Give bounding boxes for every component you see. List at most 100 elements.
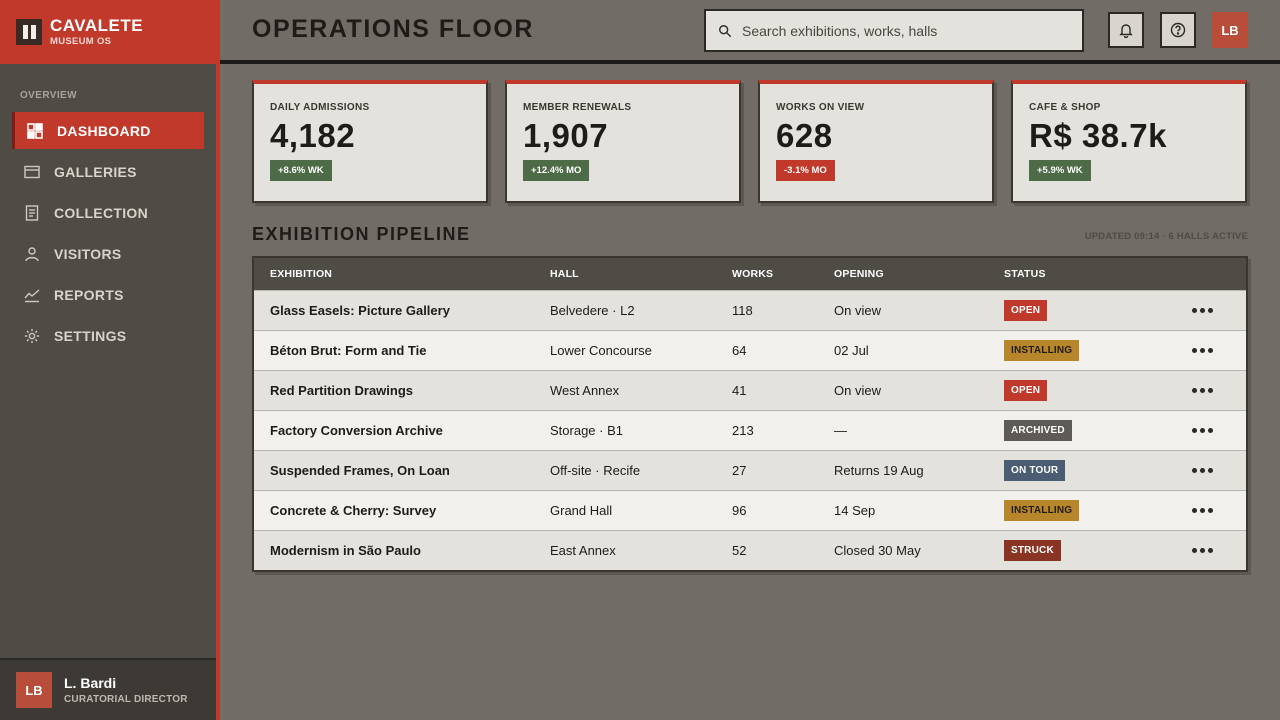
more-options-icon[interactable]	[1191, 508, 1213, 513]
top-header: OPERATIONS FLOOR LB	[220, 0, 1280, 64]
nav-section-label: OVERVIEW	[20, 90, 77, 101]
kpi-label: MEMBER RENEWALS	[523, 102, 632, 113]
table-row[interactable]: Béton Brut: Form and Tie Lower Concourse…	[254, 330, 1246, 370]
cell-exhibition: Red Partition Drawings	[270, 383, 414, 398]
table-row[interactable]: Concrete & Cherry: Survey Grand Hall 96 …	[254, 490, 1246, 530]
cell-opening: On view	[834, 383, 881, 398]
more-options-icon[interactable]	[1191, 348, 1213, 353]
sidebar-item-label: COLLECTION	[54, 204, 148, 221]
sidebar-item-galleries[interactable]: GALLERIES	[12, 153, 204, 190]
status-badge: INSTALLING	[1004, 340, 1080, 361]
status-badge: ON TOUR	[1004, 460, 1066, 481]
cell-hall: East Annex	[550, 543, 616, 558]
cell-opening: Returns 19 Aug	[834, 463, 924, 478]
cell-works: 213	[732, 423, 754, 438]
sidebar-item-label: VISITORS	[54, 245, 122, 262]
table-body: Glass Easels: Picture Gallery Belvedere …	[254, 290, 1246, 570]
status-badge: OPEN	[1004, 380, 1048, 401]
cell-works: 64	[732, 343, 747, 358]
settings-icon	[25, 328, 39, 343]
cell-opening: Closed 30 May	[834, 543, 921, 558]
cell-exhibition: Glass Easels: Picture Gallery	[270, 303, 450, 318]
sidebar-item-dashboard[interactable]: DASHBOARD	[12, 112, 204, 149]
table-row[interactable]: Modernism in São Paulo East Annex 52 Clo…	[254, 530, 1246, 570]
table-row[interactable]: Factory Conversion Archive Storage · B1 …	[254, 410, 1246, 450]
dashboard-icon	[27, 122, 43, 139]
kpi-value: 4,182	[270, 117, 356, 154]
cell-works: 52	[732, 543, 747, 558]
kpi-label: WORKS ON VIEW	[776, 102, 865, 113]
cell-exhibition: Béton Brut: Form and Tie	[270, 343, 427, 358]
search-icon	[719, 24, 732, 37]
sidebar-item-label: DASHBOARD	[57, 122, 151, 139]
user-role: CURATORIAL DIRECTOR	[64, 694, 188, 705]
table-row[interactable]: Glass Easels: Picture Gallery Belvedere …	[254, 290, 1246, 330]
reports-icon	[24, 288, 40, 302]
more-options-icon[interactable]	[1191, 548, 1213, 553]
cell-opening: —	[834, 423, 847, 438]
sidebar-item-collection[interactable]: COLLECTION	[12, 194, 204, 231]
kpi-delta-badge: -3.1% MO	[776, 160, 835, 181]
table-row[interactable]: Suspended Frames, On Loan Off-site · Rec…	[254, 450, 1246, 490]
section-meta: UPDATED 09:14 · 6 HALLS ACTIVE	[1084, 231, 1248, 242]
notifications-button[interactable]	[1108, 12, 1144, 48]
column-header[interactable]: OPENING	[834, 268, 1004, 280]
more-options-icon[interactable]	[1191, 428, 1213, 433]
sidebar-item-settings[interactable]: SETTINGS	[12, 317, 204, 354]
cell-hall: Grand Hall	[550, 503, 613, 518]
search-input[interactable]	[742, 22, 1062, 39]
user-card[interactable]: LB L. Bardi CURATORIAL DIRECTOR	[0, 658, 216, 720]
cell-exhibition: Concrete & Cherry: Survey	[270, 503, 437, 518]
kpi-card-member-renewals: MEMBER RENEWALS 1,907 +12.4% MO	[505, 80, 741, 203]
table-row[interactable]: Red Partition Drawings West Annex 41 On …	[254, 370, 1246, 410]
cell-opening: On view	[834, 303, 881, 318]
status-badge: STRUCK	[1004, 540, 1061, 561]
kpi-delta-badge: +8.6% WK	[270, 160, 332, 181]
cell-opening: 02 Jul	[834, 343, 869, 358]
kpi-value: R$ 38.7k	[1029, 117, 1167, 154]
search-box[interactable]	[704, 9, 1084, 52]
bell-icon	[1119, 24, 1133, 38]
sidebar-nav: DASHBOARD GALLERIES COLLECTION VISITORS …	[0, 112, 216, 354]
column-header[interactable]: WORKS	[732, 268, 834, 280]
help-icon	[1170, 22, 1186, 38]
collection-icon	[25, 204, 39, 221]
column-header[interactable]: EXHIBITION	[254, 268, 550, 280]
kpi-delta-badge: +5.9% WK	[1029, 160, 1091, 181]
kpi-card-works-on-view: WORKS ON VIEW 628 -3.1% MO	[758, 80, 994, 203]
kpi-value: 1,907	[523, 117, 609, 154]
cell-opening: 14 Sep	[834, 503, 876, 518]
section-title: EXHIBITION PIPELINE	[252, 224, 471, 244]
status-badge: INSTALLING	[1004, 500, 1080, 521]
help-button[interactable]	[1160, 12, 1196, 48]
status-badge: ARCHIVED	[1004, 420, 1072, 441]
cell-works: 41	[732, 383, 747, 398]
column-header[interactable]: HALL	[550, 268, 732, 280]
kpi-label: CAFE & SHOP	[1029, 102, 1101, 113]
column-header[interactable]: STATUS	[1004, 268, 1158, 280]
more-options-icon[interactable]	[1191, 308, 1213, 313]
cell-hall: Off-site · Recife	[550, 463, 641, 478]
cell-hall: Lower Concourse	[550, 343, 652, 358]
cell-works: 96	[732, 503, 747, 518]
user-name: L. Bardi	[64, 675, 117, 691]
status-badge: OPEN	[1004, 300, 1048, 321]
sidebar-item-reports[interactable]: REPORTS	[12, 276, 204, 313]
sidebar-item-visitors[interactable]: VISITORS	[12, 235, 204, 272]
brand[interactable]: CAVALETE MUSEUM OS	[0, 0, 216, 64]
cell-exhibition: Suspended Frames, On Loan	[270, 463, 450, 478]
more-options-icon[interactable]	[1191, 388, 1213, 393]
sidebar: CAVALETE MUSEUM OS OVERVIEW DASHBOARD GA…	[0, 0, 220, 720]
more-options-icon[interactable]	[1191, 468, 1213, 473]
cell-works: 118	[732, 303, 753, 318]
table-header: EXHIBITION HALL WORKS OPENING STATUS	[254, 258, 1246, 290]
visitors-icon	[25, 246, 39, 261]
user-avatar-button[interactable]: LB	[1212, 12, 1248, 48]
pipeline-table: EXHIBITION HALL WORKS OPENING STATUS Gla…	[252, 256, 1248, 572]
kpi-label: DAILY ADMISSIONS	[270, 102, 370, 113]
cell-hall: West Annex	[550, 383, 620, 398]
brand-subtitle: MUSEUM OS	[50, 36, 112, 48]
cell-exhibition: Modernism in São Paulo	[270, 543, 421, 558]
cell-exhibition: Factory Conversion Archive	[270, 423, 443, 438]
cell-hall: Belvedere · L2	[550, 303, 635, 318]
